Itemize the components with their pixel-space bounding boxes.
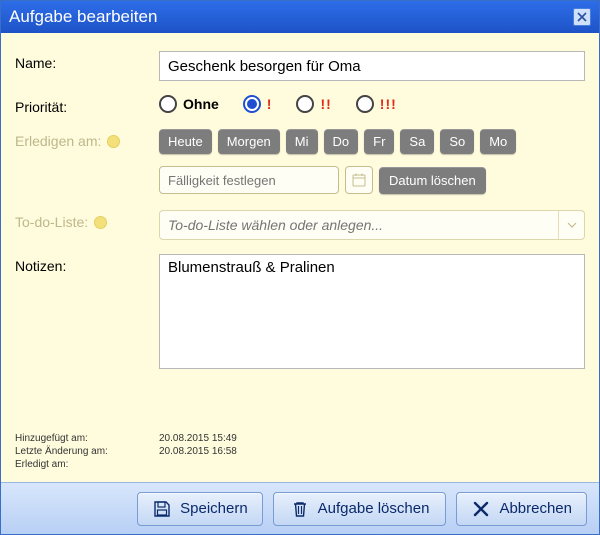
delete-button[interactable]: Aufgabe löschen: [273, 492, 447, 526]
row-priority: Priorität: Ohne!!!!!!: [15, 95, 585, 115]
premium-badge-icon: [94, 216, 107, 229]
radio-icon: [159, 95, 177, 113]
priority-option-label: Ohne: [183, 96, 219, 112]
clear-date-button[interactable]: Datum löschen: [379, 167, 486, 194]
meta-changed: Letzte Änderung am: 20.08.2015 16:58: [15, 446, 585, 457]
day-button-row: HeuteMorgenMiDoFrSaSoMo: [159, 129, 585, 154]
calendar-icon: [352, 173, 366, 187]
meta-done: Erledigt am:: [15, 459, 585, 470]
radio-icon: [356, 95, 374, 113]
meta-added-label: Hinzugefügt am:: [15, 433, 159, 444]
row-duedate: Erledigen am: HeuteMorgenMiDoFrSaSoMo Da…: [15, 129, 585, 194]
close-button[interactable]: [573, 8, 591, 26]
priority-option-1[interactable]: !: [243, 95, 273, 113]
cancel-icon: [471, 499, 491, 519]
close-icon: [577, 12, 587, 22]
duedate-input[interactable]: [159, 166, 339, 194]
label-notes: Notizen:: [15, 254, 159, 274]
label-priority: Priorität:: [15, 95, 159, 115]
day-button-morgen[interactable]: Morgen: [218, 129, 280, 154]
todolist-combo[interactable]: [159, 210, 585, 240]
priority-option-label: !!: [320, 96, 331, 112]
day-button-fr[interactable]: Fr: [364, 129, 394, 154]
label-name: Name:: [15, 51, 159, 71]
chevron-down-icon: [567, 222, 577, 228]
priority-option-3[interactable]: !!!: [356, 95, 397, 113]
day-button-so[interactable]: So: [440, 129, 474, 154]
day-button-mo[interactable]: Mo: [480, 129, 516, 154]
cancel-button[interactable]: Abbrechen: [456, 492, 587, 526]
day-button-mi[interactable]: Mi: [286, 129, 318, 154]
day-button-sa[interactable]: Sa: [400, 129, 434, 154]
dialog-body: Name: Priorität: Ohne!!!!!! Erledigen am…: [1, 33, 599, 482]
meta-done-label: Erledigt am:: [15, 459, 159, 470]
label-todolist: To-do-Liste:: [15, 210, 159, 230]
priority-option-label: !!!: [380, 96, 397, 112]
datepicker-button[interactable]: [345, 166, 373, 194]
meta-added: Hinzugefügt am: 20.08.2015 15:49: [15, 433, 585, 444]
todolist-field: [159, 210, 585, 240]
row-notes: Notizen: Blumenstrauß & Pralinen: [15, 254, 585, 369]
save-button[interactable]: Speichern: [137, 492, 263, 526]
field-name: [159, 51, 585, 81]
notes-textarea[interactable]: Blumenstrauß & Pralinen: [159, 254, 585, 369]
name-input[interactable]: [159, 51, 585, 81]
row-name: Name:: [15, 51, 585, 81]
premium-badge-icon: [107, 135, 120, 148]
day-button-do[interactable]: Do: [324, 129, 359, 154]
cancel-button-label: Abbrechen: [499, 500, 572, 517]
date-input-row: Datum löschen: [159, 166, 585, 194]
dialog-title: Aufgabe bearbeiten: [9, 7, 573, 27]
radio-icon: [243, 95, 261, 113]
delete-button-label: Aufgabe löschen: [318, 500, 430, 517]
meta-added-value: 20.08.2015 15:49: [159, 433, 237, 444]
duedate-field: HeuteMorgenMiDoFrSaSoMo Datum löschen: [159, 129, 585, 194]
meta-block: Hinzugefügt am: 20.08.2015 15:49 Letzte …: [15, 433, 585, 472]
radio-icon: [296, 95, 314, 113]
save-button-label: Speichern: [180, 500, 248, 517]
trash-icon: [290, 499, 310, 519]
titlebar: Aufgabe bearbeiten: [1, 1, 599, 33]
priority-option-label: !: [267, 96, 273, 112]
notes-field: Blumenstrauß & Pralinen: [159, 254, 585, 369]
save-icon: [152, 499, 172, 519]
dialog-window: Aufgabe bearbeiten Name: Priorität: Ohne…: [0, 0, 600, 535]
row-todolist: To-do-Liste:: [15, 210, 585, 240]
priority-option-2[interactable]: !!: [296, 95, 331, 113]
day-button-heute[interactable]: Heute: [159, 129, 212, 154]
combo-arrow-button[interactable]: [558, 211, 584, 239]
todolist-input[interactable]: [160, 213, 558, 237]
meta-changed-value: 20.08.2015 16:58: [159, 446, 237, 457]
priority-option-0[interactable]: Ohne: [159, 95, 219, 113]
label-duedate: Erledigen am:: [15, 129, 159, 149]
dialog-footer: Speichern Aufgabe löschen Abbrechen: [1, 482, 599, 534]
priority-options: Ohne!!!!!!: [159, 95, 585, 113]
meta-changed-label: Letzte Änderung am:: [15, 446, 159, 457]
